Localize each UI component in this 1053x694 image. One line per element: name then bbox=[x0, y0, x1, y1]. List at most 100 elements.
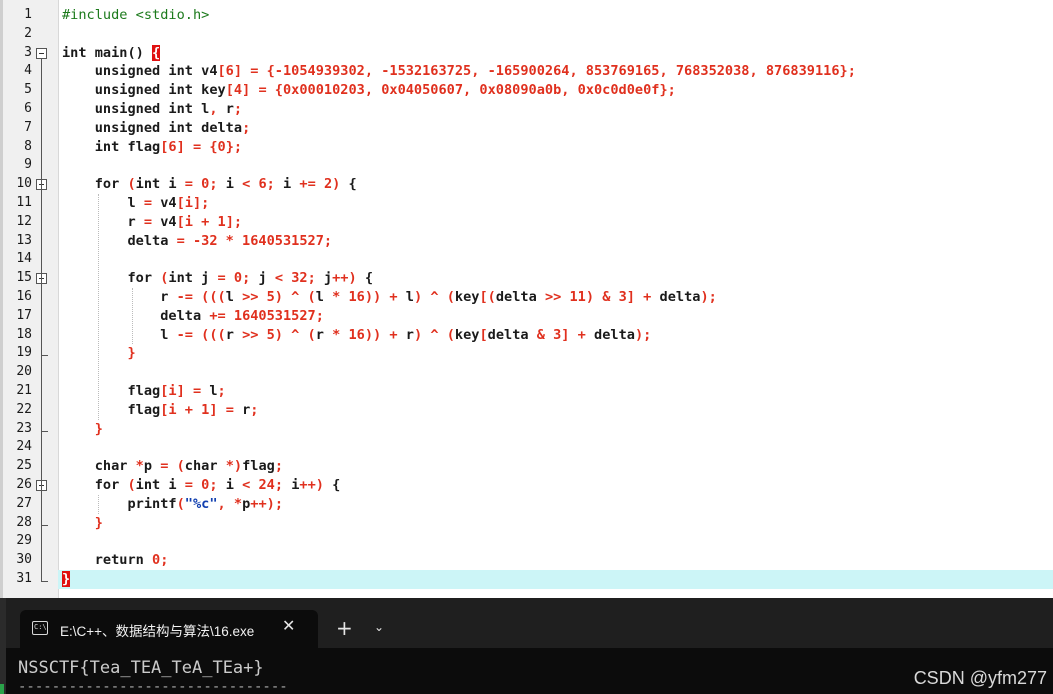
code-token: * 16)) + bbox=[332, 326, 398, 343]
code-line: unsigned int key[4] = {0x00010203, 0x040… bbox=[62, 81, 676, 100]
code-token: [i + 1] = bbox=[160, 401, 234, 418]
code-token: delta bbox=[487, 326, 537, 343]
fold-end-marker bbox=[41, 571, 48, 582]
code-editor[interactable]: 1 2 3 4 5 6 7 8 9 10 11 12 13 14 15 16 17 18 19 20 21 22 23 24 2… bbox=[0, 0, 1053, 598]
code-area[interactable]: #include <stdio.h> int main() { unsigned … bbox=[58, 0, 1053, 598]
code-line: unsigned int l, r; bbox=[62, 100, 242, 119]
line-number: 27 bbox=[16, 495, 32, 511]
code-token: delta bbox=[495, 289, 545, 305]
code-line: } bbox=[62, 570, 71, 589]
code-token: l bbox=[315, 289, 333, 305]
code-token: = bbox=[143, 195, 153, 211]
line-number: 21 bbox=[16, 383, 32, 398]
line-number: 23 bbox=[16, 420, 32, 436]
code-token: unsigned int key bbox=[62, 82, 226, 99]
code-token: { bbox=[356, 270, 374, 287]
fold-end-marker bbox=[41, 514, 48, 526]
code-token: {-1054939302, -1532163725, -165900264, 8… bbox=[266, 63, 856, 80]
code-token: delta bbox=[62, 307, 210, 324]
code-token: = 0; bbox=[184, 176, 218, 193]
line-number: 25 bbox=[16, 458, 32, 474]
code-token: i bbox=[217, 176, 243, 193]
matched-brace: { bbox=[152, 44, 161, 61]
line-number: 29 bbox=[16, 533, 32, 549]
code-token: for bbox=[62, 176, 128, 193]
code-line: unsigned int delta; bbox=[62, 119, 251, 138]
code-line: r -= (((l >> 5) ^ (l * 16)) + l) ^ (key[… bbox=[62, 288, 717, 307]
line-number: 10 bbox=[16, 176, 32, 192]
code-token: "%c" bbox=[184, 495, 218, 512]
code-line: delta += 1640531527; bbox=[62, 307, 324, 326]
code-token: *) bbox=[225, 458, 243, 475]
code-token: int flag bbox=[62, 138, 161, 155]
code-token: } bbox=[127, 345, 136, 362]
fold-toggle-icon[interactable] bbox=[36, 47, 47, 59]
code-token: r bbox=[62, 213, 144, 230]
code-token: int i bbox=[135, 176, 185, 193]
code-line: l -= (((r >> 5) ^ (r * 16)) + r) ^ (key[… bbox=[62, 326, 651, 345]
code-line: r = v4[i + 1]; bbox=[62, 213, 242, 232]
code-token: [i]; bbox=[176, 195, 210, 211]
code-token: 0; bbox=[152, 552, 169, 569]
status-indicator bbox=[0, 684, 4, 694]
code-token: ); bbox=[700, 289, 717, 305]
line-number: 22 bbox=[16, 401, 32, 417]
code-token: i bbox=[274, 176, 300, 193]
code-token: flag bbox=[62, 401, 161, 418]
code-token: ++) bbox=[299, 477, 324, 493]
code-token: unsigned int v4 bbox=[62, 63, 218, 80]
line-number: 16 bbox=[16, 289, 32, 304]
code-token: ( bbox=[127, 477, 136, 493]
line-number: 9 bbox=[24, 157, 32, 173]
console-icon-text: C:\ bbox=[34, 623, 47, 631]
terminal-tab-title: E:\C++、数据结构与算法\16.exe bbox=[60, 624, 255, 639]
matched-brace: } bbox=[62, 571, 71, 587]
terminal-window[interactable]: C:\ E:\C++、数据结构与算法\16.exe ✕ + ⌄ NSSCTF{T… bbox=[6, 598, 1053, 694]
code-token: for bbox=[62, 477, 128, 493]
code-token: r bbox=[217, 101, 234, 117]
code-token: [6] bbox=[217, 63, 243, 80]
code-token: < 32; bbox=[274, 270, 316, 287]
code-token: += 2) bbox=[299, 176, 341, 193]
tab-dropdown-button[interactable]: ⌄ bbox=[374, 620, 384, 634]
code-line: int main() { bbox=[62, 44, 161, 63]
code-token: = -32 * 1640531527; bbox=[176, 232, 333, 249]
line-number: 4 bbox=[24, 63, 32, 79]
code-token: * bbox=[135, 458, 144, 475]
line-number: 30 bbox=[16, 552, 32, 568]
code-token: >> 5) ^ ( bbox=[242, 289, 316, 305]
line-number-gutter: 1 2 3 4 5 6 7 8 9 10 11 12 13 14 15 16 17 18 19 20 21 22 23 24 2… bbox=[0, 0, 59, 598]
line-number: 6 bbox=[24, 101, 32, 116]
code-token: < 6; bbox=[242, 176, 275, 193]
code-token: [4] bbox=[225, 82, 251, 99]
code-token: -= ((( bbox=[176, 289, 226, 305]
watermark: CSDN @yfm277 bbox=[913, 668, 1047, 688]
code-token: char bbox=[184, 458, 226, 475]
code-token: ( bbox=[127, 176, 136, 193]
code-token: r bbox=[62, 289, 177, 305]
code-token: } bbox=[94, 514, 103, 531]
code-line: unsigned int v4[6] = {-1054939302, -1532… bbox=[62, 62, 856, 81]
code-line: printf("%c", *p++); bbox=[62, 495, 283, 514]
code-token: ; bbox=[233, 101, 243, 117]
code-token: = ( bbox=[160, 458, 185, 475]
terminal-tab-bar: C:\ E:\C++、数据结构与算法\16.exe ✕ + ⌄ bbox=[6, 598, 1053, 648]
line-number: 26 bbox=[16, 477, 32, 492]
fold-line bbox=[41, 491, 42, 515]
code-token: [( bbox=[479, 289, 496, 305]
code-token: r bbox=[233, 401, 251, 418]
code-token: ) ^ ( bbox=[413, 326, 455, 343]
code-token: ( bbox=[176, 495, 185, 512]
close-tab-button[interactable]: ✕ bbox=[282, 616, 295, 635]
code-token: l bbox=[397, 289, 414, 305]
line-number: 14 bbox=[16, 251, 32, 267]
terminal-tab[interactable]: C:\ E:\C++、数据结构与算法\16.exe ✕ bbox=[20, 610, 318, 648]
line-number: 2 bbox=[24, 25, 32, 41]
fold-end-marker bbox=[41, 345, 48, 357]
line-number: 31 bbox=[16, 571, 32, 586]
new-tab-button[interactable]: + bbox=[336, 616, 353, 640]
code-token: int main() bbox=[62, 44, 153, 61]
code-token: >> 11) & 3] + bbox=[544, 289, 652, 305]
